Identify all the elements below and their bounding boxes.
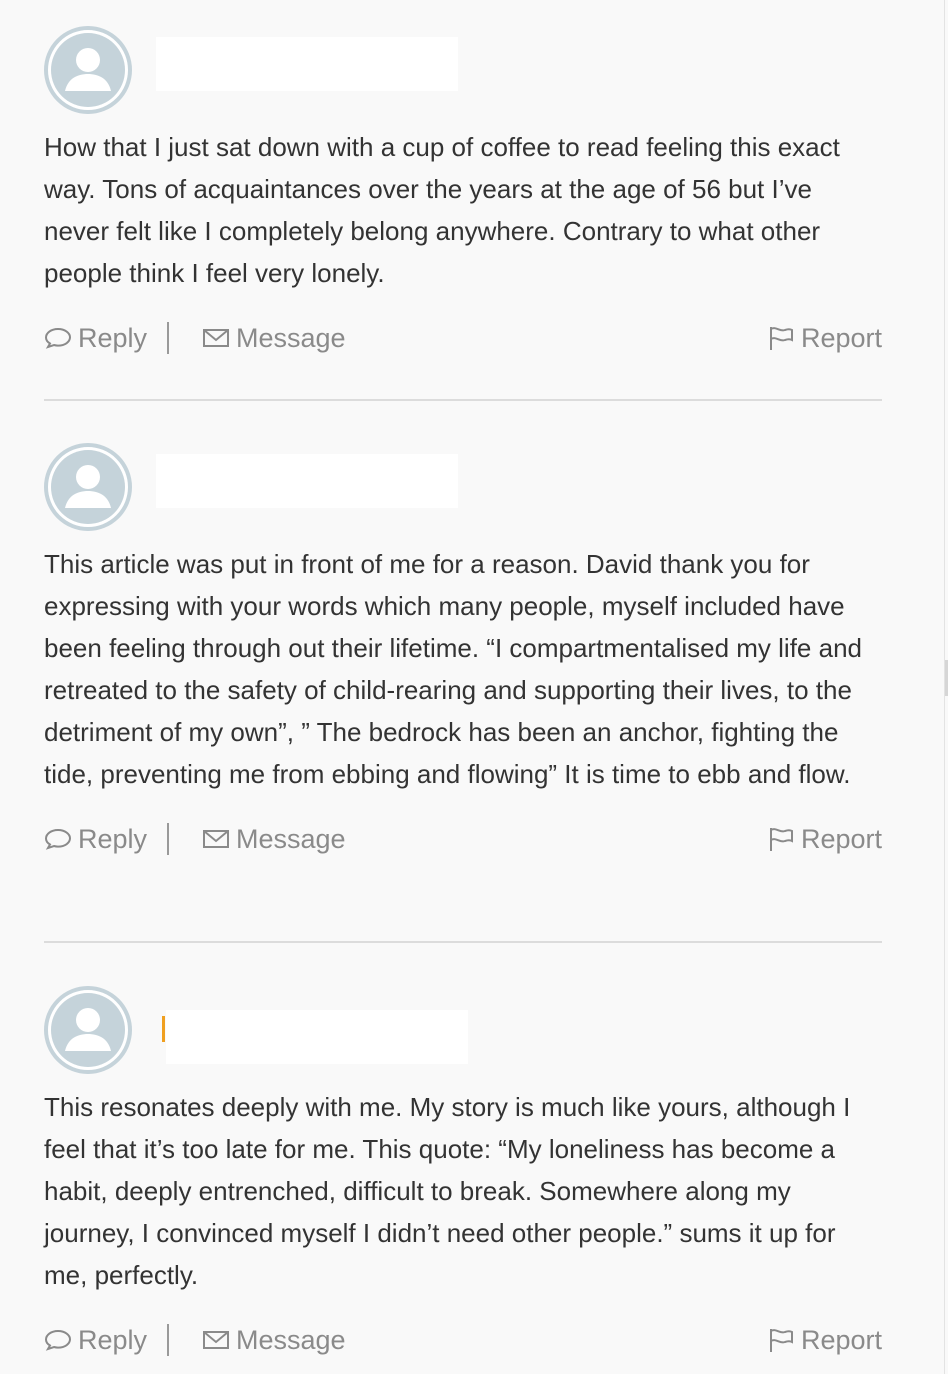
default-avatar-icon [44,443,132,531]
speech-bubble-icon [44,327,72,349]
comment-header [44,986,882,1074]
action-separator [167,322,169,354]
message-label: Message [236,823,346,854]
message-button[interactable]: Message [202,316,346,360]
comment-actions: Reply Message Report [44,316,882,360]
report-button[interactable]: Report [767,1318,882,1362]
envelope-icon [203,1331,229,1349]
message-label: Message [236,1324,346,1355]
comment-header [44,443,882,531]
flag-icon [769,828,793,851]
reply-label: Reply [78,1324,148,1355]
reply-button[interactable]: Reply [44,316,147,360]
comment-actions: Reply Message Report [44,1318,882,1362]
reply-button[interactable]: Reply [44,817,147,861]
flag-icon [769,1329,793,1352]
default-avatar-icon [44,26,132,114]
author-name[interactable] [166,1010,468,1064]
comment-divider [44,941,882,943]
comment-1: How that I just sat down with a cup of c… [44,26,882,360]
envelope-icon [203,830,229,848]
default-avatar-icon [44,986,132,1074]
reply-label: Reply [78,322,148,353]
action-separator [167,1324,169,1356]
report-label: Report [800,823,882,854]
flag-icon [769,327,793,350]
comment-divider [44,399,882,401]
report-button[interactable]: Report [767,316,882,360]
reply-button[interactable]: Reply [44,1318,147,1362]
author-name[interactable] [156,37,458,91]
report-label: Report [800,1324,882,1355]
author-name[interactable] [156,454,458,508]
message-label: Message [236,322,346,353]
comments-page: How that I just sat down with a cup of c… [0,0,948,1374]
message-button[interactable]: Message [202,1318,346,1362]
comment-actions: Reply Message Report [44,817,882,861]
action-separator [167,823,169,855]
speech-bubble-icon [44,1329,72,1351]
author-link-accent [162,1016,165,1042]
comment-header [44,26,882,114]
comment-text: This article was put in front of me for … [44,549,862,789]
report-label: Report [800,322,882,353]
envelope-icon [203,329,229,347]
comment-2: This article was put in front of me for … [44,443,882,861]
comment-3: This resonates deeply with me. My story … [44,986,882,1362]
message-button[interactable]: Message [202,817,346,861]
reply-label: Reply [78,823,148,854]
speech-bubble-icon [44,828,72,850]
comment-text: This resonates deeply with me. My story … [44,1092,851,1290]
comment-text: How that I just sat down with a cup of c… [44,132,840,288]
report-button[interactable]: Report [767,817,882,861]
